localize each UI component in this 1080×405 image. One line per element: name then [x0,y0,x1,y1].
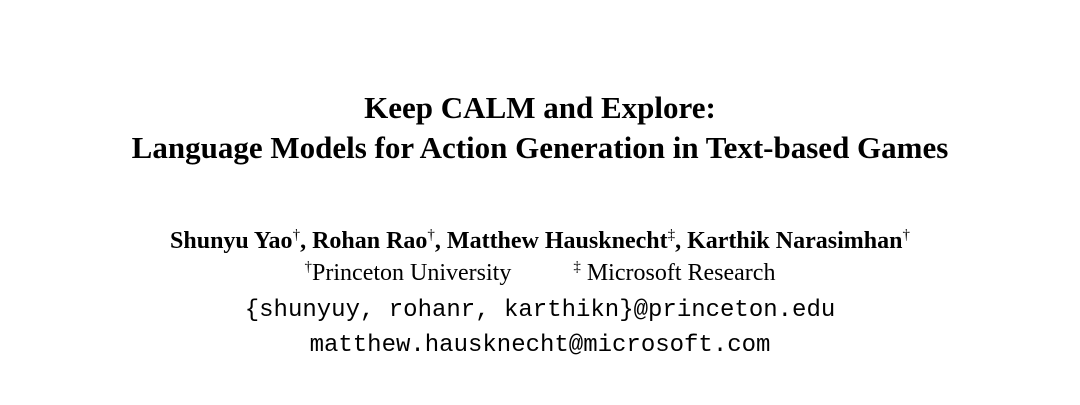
author-separator: , [300,228,313,254]
author-affiliation-mark: † [292,227,301,243]
paper-title: Keep CALM and Explore: Language Models f… [0,88,1080,168]
affiliation-name: Princeton University [312,260,512,286]
author-separator: , [434,228,447,254]
affiliation-mark: ‡ [573,259,581,275]
author-name: Shunyu Yao [170,228,293,254]
affiliation-line: †Princeton University ‡ Microsoft Researc… [0,258,1080,288]
author-name: Matthew Hausknecht [446,228,668,254]
affiliation-mark: † [304,259,313,275]
paper-header: Keep CALM and Explore: Language Models f… [0,0,1080,405]
email-line-princeton: {shunyuy, rohanr, karthikn}@princeton.ed… [244,297,836,324]
title-line-2: Language Models for Action Generation in… [131,130,949,165]
title-line-1: Keep CALM and Explore: [364,90,716,125]
author-separator: , [675,228,688,254]
author-affiliation-mark: † [902,227,910,243]
author-affiliation-mark: ‡ [667,227,676,243]
email-line-microsoft: matthew.hausknecht@microsoft.com [309,332,771,359]
author-list: Shunyu Yao†, Rohan Rao†, Matthew Hauskne… [0,226,1080,256]
author-affiliation-mark: † [427,227,435,243]
affiliation-name: Microsoft Research [580,260,776,286]
author-name: Karthik Narasimhan [687,228,903,254]
author-name: Rohan Rao [312,228,428,254]
